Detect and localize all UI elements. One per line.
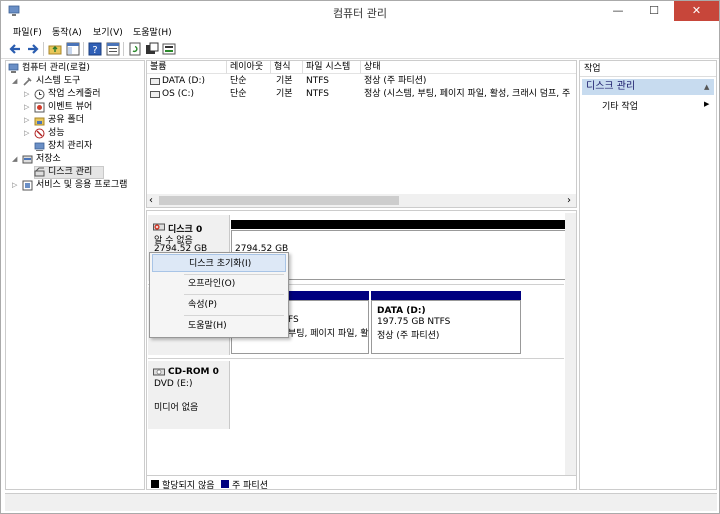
collapse-up-icon[interactable]: ▲ bbox=[704, 79, 709, 95]
computer-management-window: 컴퓨터 관리 — ☐ ✕ 파일(F) 동작(A) 보기(V) 도움말(H) ? bbox=[0, 0, 720, 514]
collapse-icon[interactable]: ◢ bbox=[12, 153, 17, 166]
more-actions[interactable]: 기타 작업 bbox=[602, 99, 638, 112]
disk-icon[interactable] bbox=[161, 41, 177, 57]
up-folder-icon[interactable] bbox=[47, 41, 63, 57]
properties-icon[interactable] bbox=[105, 41, 121, 57]
disk-separator bbox=[148, 358, 564, 359]
column-header-filesystem[interactable]: 파일 시스템 bbox=[303, 61, 361, 74]
toolbar-separator bbox=[83, 42, 84, 56]
toolbar: ? bbox=[1, 39, 719, 59]
menu-bar: 파일(F) 동작(A) 보기(V) 도움말(H) bbox=[1, 23, 719, 39]
scrollbar-thumb[interactable] bbox=[159, 196, 399, 205]
legend-unallocated-swatch bbox=[151, 480, 159, 488]
volume-list: 볼륨 레이아웃 형식 파일 시스템 상태 DATA (D:) 단순 기본 NTF… bbox=[146, 60, 577, 208]
expand-icon[interactable]: ▷ bbox=[24, 88, 29, 101]
cdrom-0-label[interactable]: CD-ROM 0 DVD (E:) 미디어 없음 bbox=[148, 361, 230, 429]
status-bar bbox=[5, 493, 717, 511]
console-tree: 컴퓨터 관리(로컬) ◢ 시스템 도구 ▷ 작업 스케줄러 ▷ 이벤트 뷰어 ▷… bbox=[5, 60, 145, 490]
context-menu-offline[interactable]: 오프라인(O) bbox=[152, 275, 286, 293]
legend: 할당되지 않음 주 파티션 bbox=[147, 475, 576, 489]
expand-icon[interactable]: ▷ bbox=[24, 101, 29, 114]
svg-text:?: ? bbox=[92, 45, 97, 56]
menu-help[interactable]: 도움말(H) bbox=[133, 25, 172, 38]
refresh-icon[interactable] bbox=[127, 41, 143, 57]
horizontal-scrollbar[interactable]: ‹ › bbox=[147, 194, 576, 207]
forward-icon[interactable] bbox=[25, 41, 41, 57]
column-header-type[interactable]: 형식 bbox=[271, 61, 303, 74]
toolbar-separator bbox=[123, 42, 124, 56]
column-header-layout[interactable]: 레이아웃 bbox=[227, 61, 271, 74]
actions-pane: 작업 디스크 관리 ▲ 기타 작업 ▶ bbox=[579, 60, 717, 490]
shared-folder-icon bbox=[34, 117, 45, 126]
close-button[interactable]: ✕ bbox=[674, 1, 719, 21]
disk-management-icon bbox=[34, 167, 45, 177]
collapse-icon[interactable]: ◢ bbox=[12, 75, 17, 88]
expand-icon[interactable]: ▷ bbox=[12, 179, 17, 192]
computer-icon bbox=[8, 63, 19, 73]
minimize-button[interactable]: — bbox=[603, 1, 633, 21]
maximize-button[interactable]: ☐ bbox=[639, 1, 669, 21]
column-header-status[interactable]: 상태 bbox=[361, 61, 576, 74]
scroll-left-icon[interactable]: ‹ bbox=[149, 194, 153, 207]
disk-error-icon bbox=[153, 223, 165, 231]
expand-icon[interactable]: ▷ bbox=[24, 127, 29, 140]
event-viewer-icon bbox=[34, 102, 45, 113]
context-menu: 디스크 초기화(I) 오프라인(O) 속성(P) 도움말(H) bbox=[149, 252, 289, 338]
column-header-volume[interactable]: 볼륨 bbox=[147, 61, 227, 74]
tools-icon bbox=[23, 77, 32, 86]
expand-icon[interactable]: ▷ bbox=[24, 114, 29, 127]
unallocated-bar bbox=[231, 220, 573, 229]
console-tree-icon[interactable] bbox=[65, 41, 81, 57]
scroll-right-icon[interactable]: › bbox=[567, 194, 571, 207]
actions-section-disk-management[interactable]: 디스크 관리 ▲ bbox=[582, 79, 714, 95]
submenu-arrow-icon: ▶ bbox=[704, 100, 710, 108]
context-menu-help[interactable]: 도움말(H) bbox=[152, 317, 286, 335]
legend-primary-swatch bbox=[221, 480, 229, 488]
settings-icon[interactable] bbox=[144, 41, 160, 57]
partition-data[interactable]: DATA (D:) 197.75 GB NTFS 정상 (주 파티션) bbox=[371, 300, 521, 354]
context-menu-initialize-disk[interactable]: 디스크 초기화(I) bbox=[152, 254, 286, 272]
menu-action[interactable]: 동작(A) bbox=[52, 25, 82, 38]
toolbar-separator bbox=[43, 42, 44, 56]
menu-view[interactable]: 보기(V) bbox=[93, 25, 123, 38]
cdrom-icon bbox=[153, 368, 165, 376]
services-icon bbox=[22, 180, 33, 191]
volume-drive-icon bbox=[150, 78, 160, 85]
partition-data-bar bbox=[371, 291, 521, 300]
context-menu-properties[interactable]: 속성(P) bbox=[152, 296, 286, 314]
vertical-scrollbar[interactable] bbox=[565, 213, 576, 475]
menu-file[interactable]: 파일(F) bbox=[13, 25, 42, 38]
back-icon[interactable] bbox=[7, 41, 23, 57]
actions-header: 작업 bbox=[580, 61, 716, 77]
help-icon[interactable]: ? bbox=[87, 41, 103, 57]
volume-drive-icon bbox=[150, 91, 160, 98]
title-bar: 컴퓨터 관리 — ☐ ✕ bbox=[1, 1, 719, 23]
clock-icon bbox=[34, 89, 45, 100]
device-manager-icon bbox=[34, 142, 45, 151]
context-menu-separator bbox=[184, 294, 284, 295]
performance-icon bbox=[34, 128, 45, 139]
storage-icon bbox=[22, 155, 33, 164]
context-menu-separator bbox=[184, 315, 284, 316]
